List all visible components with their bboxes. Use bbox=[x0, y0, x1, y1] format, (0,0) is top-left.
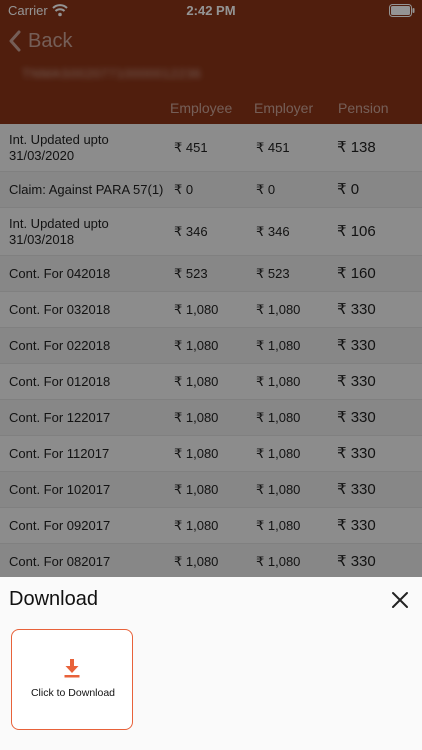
close-icon bbox=[392, 592, 408, 608]
download-icon bbox=[64, 659, 80, 678]
download-label: Click to Download bbox=[30, 687, 116, 699]
download-button[interactable]: Click to Download bbox=[11, 629, 133, 730]
close-button[interactable] bbox=[388, 588, 412, 612]
modal-backdrop[interactable] bbox=[0, 0, 422, 577]
sheet-title: Download bbox=[9, 588, 98, 610]
download-sheet: Download Click to Download bbox=[0, 577, 422, 750]
